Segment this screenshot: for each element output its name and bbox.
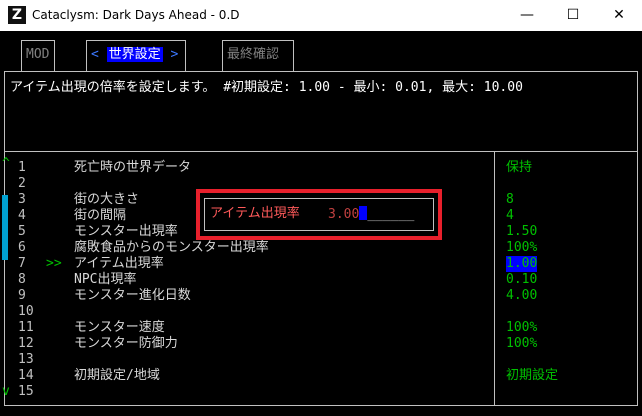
row-number: 10 [18, 304, 34, 319]
row-label: 腐敗食品からのモンスター出現率 [74, 240, 269, 255]
row-number: 6 [18, 240, 26, 255]
row-label: モンスター防御力 [74, 336, 178, 351]
tab-next-arrow[interactable]: > [171, 47, 179, 62]
row-value: 8 [506, 192, 514, 207]
title-bar: Z Cataclysm: Dark Days Ahead - 0.D — ☐ ✕ [0, 0, 642, 31]
popup-value-input[interactable]: 3.00 ______ [328, 206, 414, 223]
tab-world-settings-label: 世界設定 [106, 47, 163, 62]
row-number: 3 [18, 192, 26, 207]
cursor-marker: >> [46, 256, 62, 271]
row-label: モンスター進化日数 [74, 288, 191, 303]
description-text: アイテム出現の倍率を設定します。 #初期設定: 1.00 - 最小: 0.01,… [10, 80, 523, 95]
tab-mod[interactable]: MOD [21, 40, 55, 72]
row-label: モンスター速度 [74, 320, 165, 335]
row-number: 1 [18, 160, 26, 175]
row-number: 12 [18, 336, 34, 351]
row-label: 初期設定/地域 [74, 368, 160, 383]
popup-value: 3.00 [328, 207, 360, 222]
value-input-popup: アイテム出現率 3.00 ______ [196, 189, 442, 240]
scroll-up-icon[interactable]: ^ [2, 156, 10, 172]
row-label: 街の間隔 [74, 208, 127, 223]
maximize-button[interactable]: ☐ [550, 0, 596, 31]
row-number: 11 [18, 320, 34, 335]
row-value: 1.50 [506, 224, 538, 239]
row-number: 9 [18, 288, 26, 303]
row-number: 4 [18, 208, 26, 223]
row-value: 4 [506, 208, 514, 223]
row-label: モンスター出現率 [74, 224, 178, 239]
row-number: 5 [18, 224, 26, 239]
row-value: 1.00 [506, 256, 538, 272]
scroll-down-icon[interactable]: v [2, 384, 10, 400]
row-label: アイテム出現率 [74, 256, 164, 271]
column-divider [494, 151, 495, 406]
row-label: 街の大きさ [74, 192, 140, 207]
window-title: Cataclysm: Dark Days Ahead - 0.D [32, 8, 240, 22]
tab-prev-arrow[interactable]: < [91, 47, 99, 62]
tab-final-confirm[interactable]: 最終確認 [222, 40, 294, 72]
popup-blank: ______ [367, 207, 415, 222]
row-value: 初期設定 [506, 368, 559, 383]
row-value: 100% [506, 336, 538, 351]
row-number: 15 [18, 384, 34, 399]
row-label: NPC出現率 [74, 272, 137, 287]
close-button[interactable]: ✕ [596, 0, 642, 31]
row-value: 100% [506, 320, 538, 335]
row-number: 13 [18, 352, 34, 367]
tab-final-confirm-label: 最終確認 [227, 47, 280, 62]
row-value: 4.00 [506, 288, 538, 303]
minimize-button[interactable]: — [504, 0, 550, 31]
tab-mod-label: MOD [26, 47, 50, 62]
row-value: 保持 [506, 160, 533, 175]
scrollbar-thumb[interactable] [2, 195, 8, 260]
popup-label: アイテム出現率 [210, 206, 300, 221]
row-value: 100% [506, 240, 538, 255]
row-number: 8 [18, 272, 26, 287]
row-value: 0.10 [506, 272, 538, 287]
row-number: 2 [18, 176, 26, 191]
row-number: 7 [18, 256, 26, 271]
app-icon: Z [8, 6, 26, 24]
row-number: 14 [18, 368, 34, 383]
row-label: 死亡時の世界データ [74, 160, 192, 175]
tab-world-settings[interactable]: < 世界設定 > [86, 40, 186, 72]
